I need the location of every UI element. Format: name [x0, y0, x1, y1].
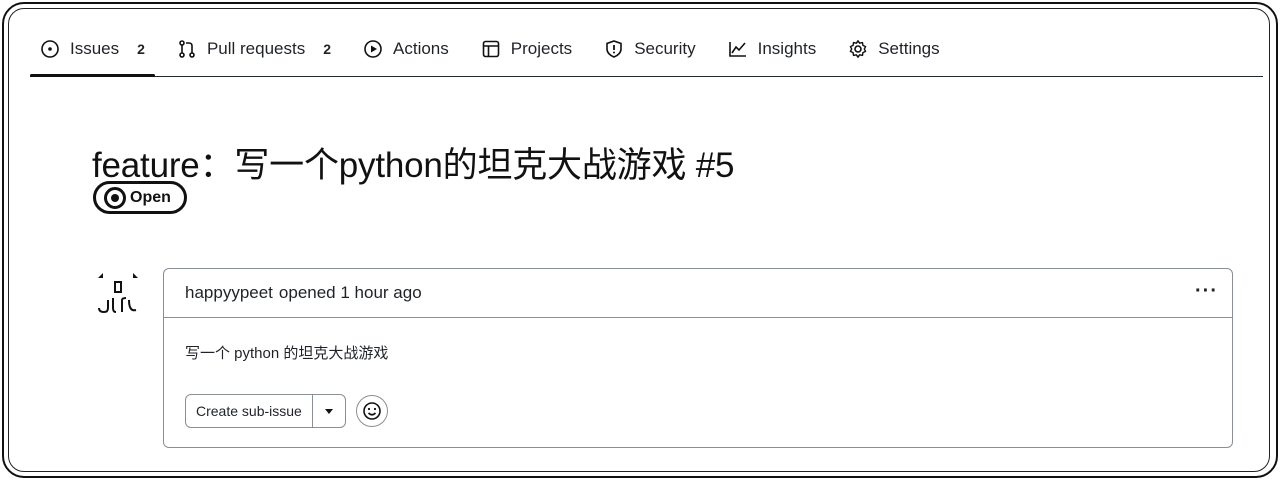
smiley-icon	[363, 402, 381, 420]
issue-title: feature：写一个python的坦克大战游戏 #5	[92, 146, 735, 186]
issue-state-label: Open	[130, 188, 171, 206]
repo-nav-tabs: Issues 2 Pull requests 2 Actions Project…	[30, 22, 1263, 77]
tab-projects-label: Projects	[510, 39, 573, 58]
tab-settings-label: Settings	[878, 39, 940, 58]
git-pull-request-icon	[179, 40, 195, 58]
comment-meta: opened 1 hour ago	[278, 283, 422, 302]
issue-state-badge: Open	[93, 181, 187, 214]
kebab-horizontal-icon[interactable]: ···	[1195, 281, 1218, 301]
tab-insights-label: Insights	[757, 39, 817, 58]
table-icon	[482, 40, 500, 58]
comment-body: 写一个 python 的坦克大战游戏	[185, 345, 389, 362]
tab-insights[interactable]: Insights	[718, 22, 827, 76]
add-reaction-button[interactable]	[355, 395, 388, 427]
tab-actions-label: Actions	[393, 39, 449, 58]
shield-icon	[606, 40, 622, 58]
tab-issues-count: 2	[137, 41, 145, 57]
tab-pull-requests[interactable]: Pull requests 2	[167, 22, 341, 76]
issue-comment: happyypeet opened 1 hour ago ··· 写一个 pyt…	[163, 268, 1233, 448]
tab-issues-label: Issues	[70, 39, 120, 58]
tab-pull-requests-count: 2	[323, 41, 332, 57]
play-icon	[364, 40, 382, 58]
tab-issues[interactable]: Issues 2	[30, 22, 155, 77]
comment-header: happyypeet opened 1 hour ago ···	[164, 269, 1232, 318]
graph-icon	[728, 42, 746, 57]
tab-security-label: Security	[634, 39, 696, 58]
create-sub-issue-button[interactable]: Create sub-issue	[186, 395, 313, 427]
create-sub-issue-group: Create sub-issue	[185, 394, 346, 428]
issue-opened-icon	[104, 186, 126, 209]
issue-opened-icon	[41, 40, 59, 58]
tab-settings[interactable]: Settings	[838, 22, 949, 76]
avatar[interactable]	[96, 270, 140, 314]
triangle-down-icon	[324, 408, 333, 414]
tab-security[interactable]: Security	[594, 22, 705, 76]
tab-pull-requests-label: Pull requests	[206, 39, 306, 58]
tab-projects[interactable]: Projects	[471, 22, 582, 76]
tab-actions[interactable]: Actions	[353, 22, 459, 76]
comment-author[interactable]: happyypeet	[185, 283, 273, 303]
gear-icon	[849, 40, 867, 58]
comment-actions: Create sub-issue	[185, 394, 388, 428]
create-sub-issue-dropdown[interactable]	[313, 395, 345, 427]
